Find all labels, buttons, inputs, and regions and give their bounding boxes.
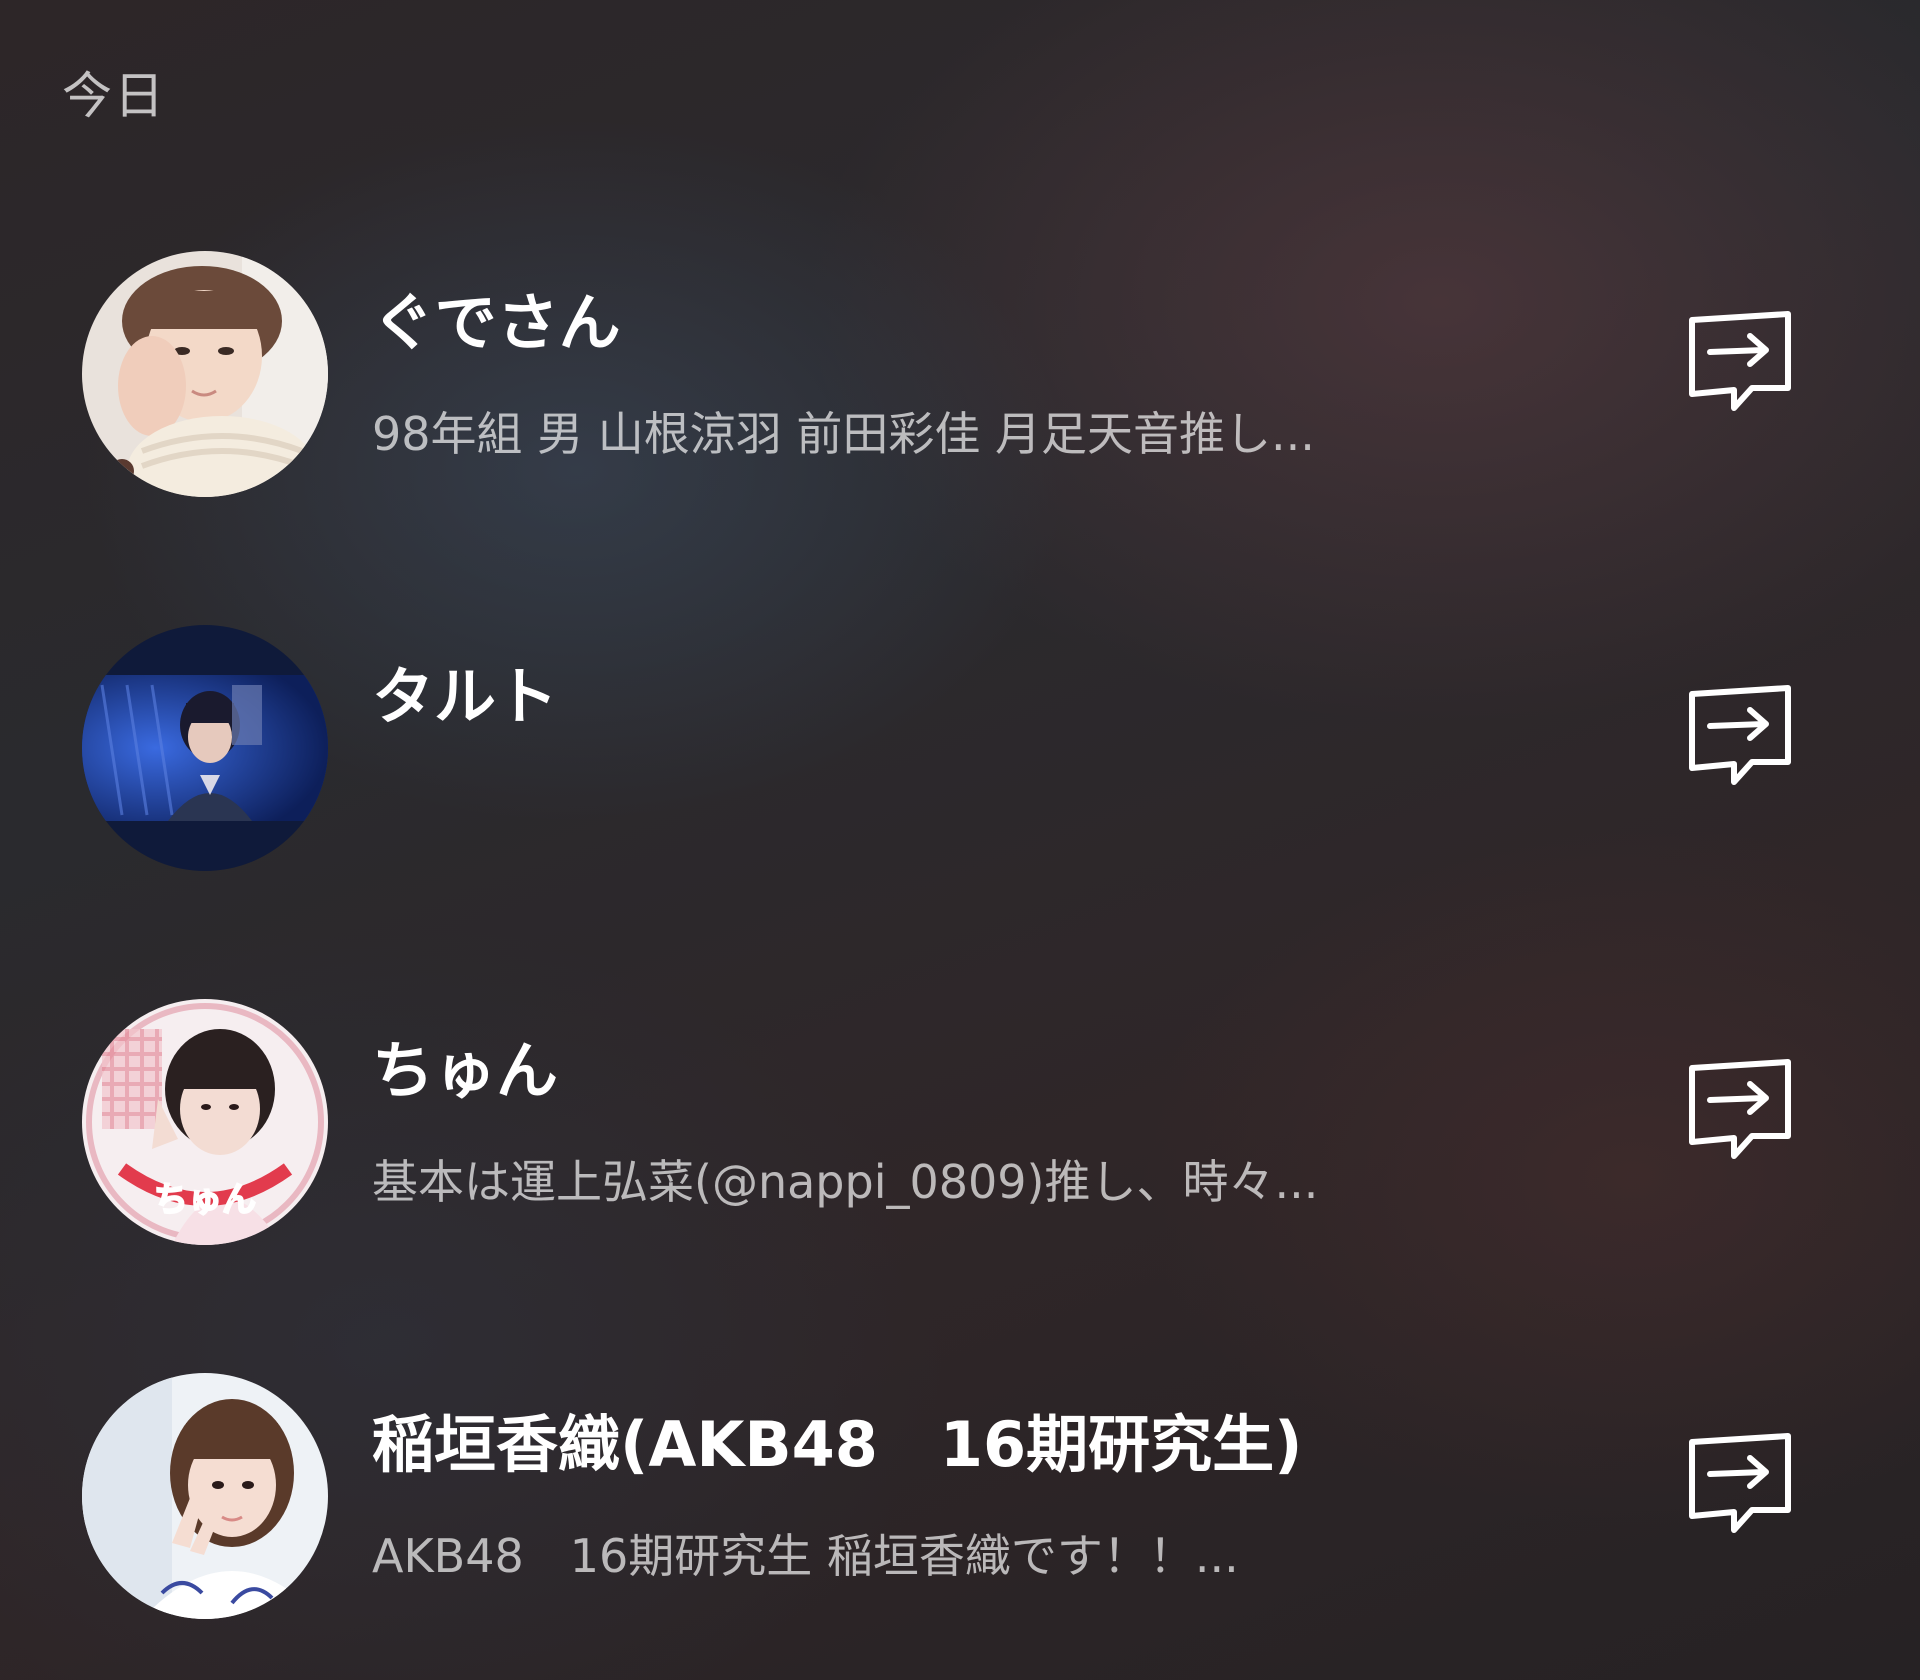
share-arrow-icon[interactable] xyxy=(1680,1052,1800,1172)
friend-row[interactable]: ちゅん ちゅん 基本は運上弘菜(@nappi_0809)推し、時々... xyxy=(0,968,1920,1268)
friend-list: ぐでさん 98年組 男 山根涼羽 前田彩佳 月足天音推し... タルト ちゅん … xyxy=(0,0,1920,1680)
share-arrow-icon[interactable] xyxy=(1680,678,1800,798)
friend-status-message: 基本は運上弘菜(@nappi_0809)推し、時々... xyxy=(372,1155,1319,1209)
friend-name: 稲垣香織(AKB48 16期研究生) xyxy=(372,1408,1303,1481)
avatar[interactable] xyxy=(82,625,328,871)
friend-status-message: 98年組 男 山根涼羽 前田彩佳 月足天音推し... xyxy=(372,407,1315,461)
friend-name: ちゅん xyxy=(372,1034,559,1107)
share-arrow-icon[interactable] xyxy=(1680,304,1800,424)
avatar[interactable] xyxy=(82,251,328,497)
avatar[interactable] xyxy=(82,1373,328,1619)
friend-name: タルト xyxy=(372,660,559,733)
share-arrow-icon[interactable] xyxy=(1680,1426,1800,1546)
avatar[interactable]: ちゅん xyxy=(82,999,328,1245)
friend-row[interactable]: 稲垣香織(AKB48 16期研究生) AKB48 16期研究生 稲垣香織です！！… xyxy=(0,1342,1920,1642)
avatar-photo xyxy=(82,251,328,497)
friend-name: ぐでさん xyxy=(372,286,621,359)
friend-status-message: AKB48 16期研究生 稲垣香織です！！... xyxy=(372,1529,1239,1583)
svg-text:ちゅん: ちゅん xyxy=(154,1180,256,1220)
friend-row[interactable]: タルト xyxy=(0,594,1920,894)
friend-row[interactable]: ぐでさん 98年組 男 山根涼羽 前田彩佳 月足天音推し... xyxy=(0,220,1920,520)
avatar-photo xyxy=(82,1373,328,1619)
avatar-photo xyxy=(82,625,328,871)
avatar-photo: ちゅん xyxy=(82,999,328,1245)
